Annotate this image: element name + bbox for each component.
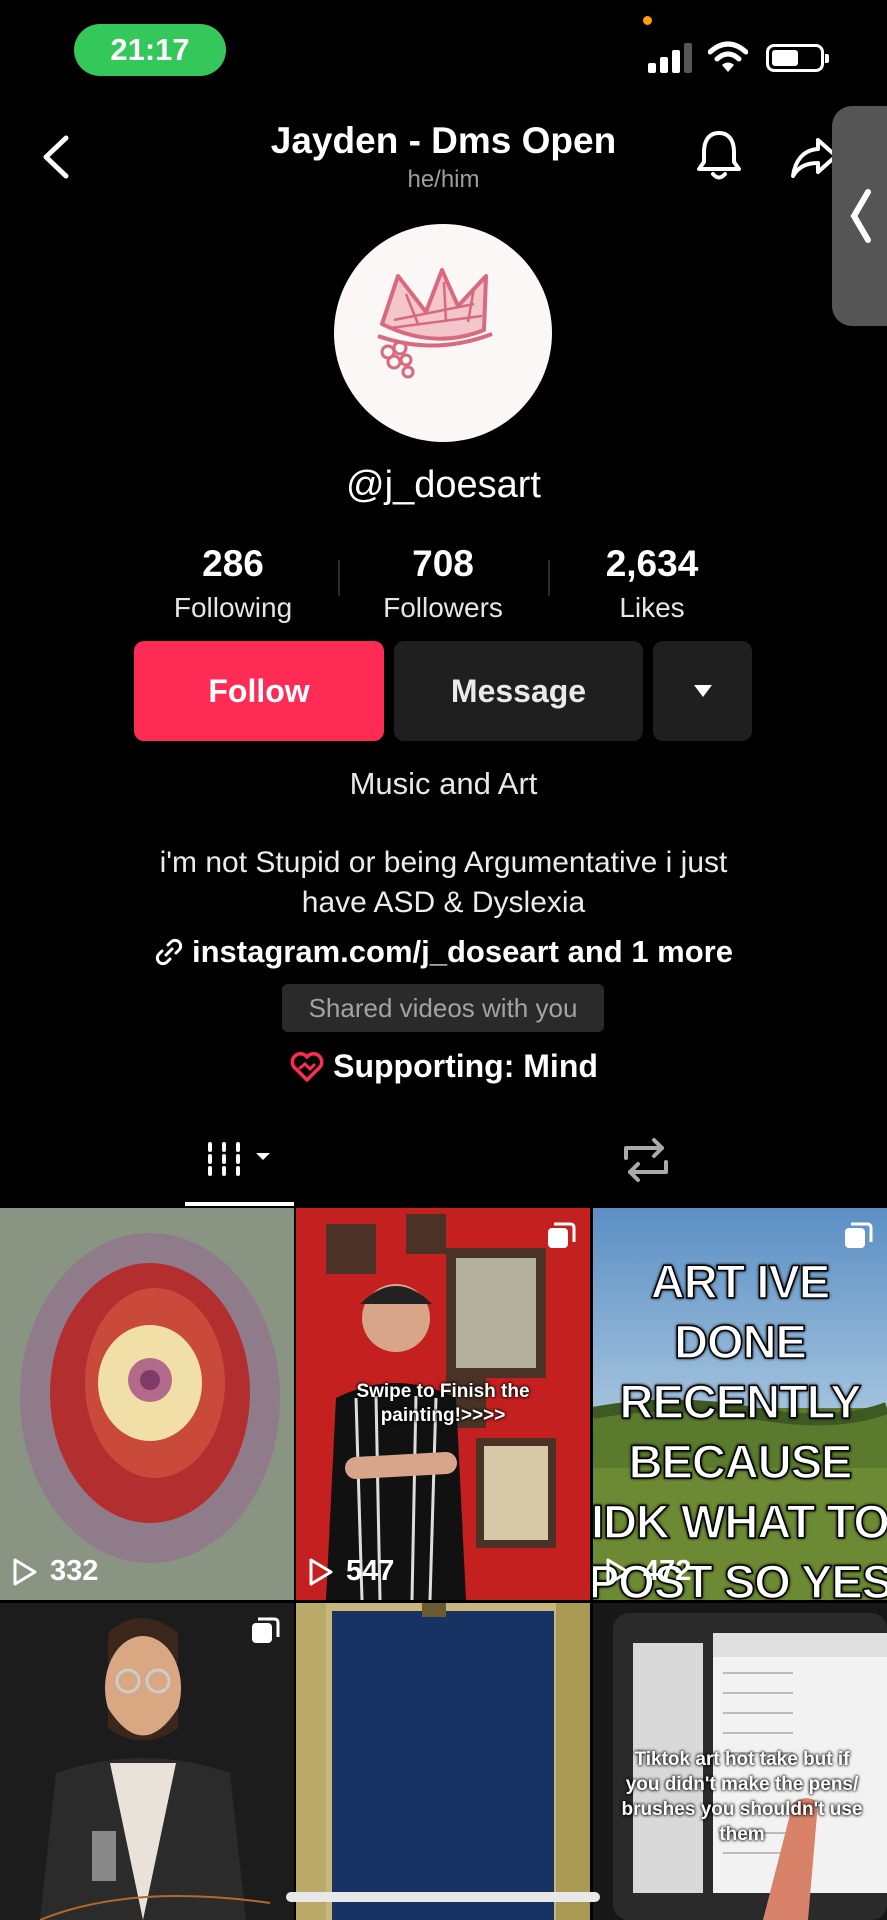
chevron-left-icon [850, 189, 871, 243]
video-tile[interactable] [0, 1603, 294, 1920]
play-icon [309, 1558, 333, 1585]
signal-icon [648, 43, 694, 73]
wifi-icon [708, 41, 748, 72]
side-panel-handle[interactable] [832, 106, 887, 326]
bio-line: i'm not Stupid or being Argumentative i … [159, 846, 728, 879]
painting-thumbnail [0, 1208, 294, 1600]
heart-hands-icon [290, 1052, 324, 1082]
status-time: 21:17 [74, 24, 226, 76]
view-count: 547 [308, 1555, 394, 1588]
privacy-indicator [643, 16, 652, 25]
video-caption: Tiktok art hot take but if you didn't ma… [621, 1749, 863, 1845]
profile-title: Jayden - Dms Open [270, 120, 617, 161]
bio-line: have ASD & Dyslexia [301, 886, 586, 919]
stat-following-value: 286 [202, 543, 264, 584]
stat-following[interactable]: 286 Following [123, 540, 343, 628]
shared-videos-badge[interactable]: Shared videos with you [282, 984, 604, 1032]
home-indicator[interactable] [286, 1892, 600, 1902]
video-tile[interactable]: 332 [0, 1208, 294, 1600]
play-icon [606, 1558, 630, 1585]
stat-likes-value: 2,634 [605, 543, 699, 584]
crown-drawing-icon [377, 268, 493, 379]
video-tile[interactable]: ART IVE DONE RECENTLY BECAUSE IDK WHAT T… [593, 1208, 887, 1600]
view-count-value: 547 [346, 1555, 395, 1587]
portrait-thumbnail [0, 1603, 294, 1920]
stat-followers[interactable]: 708 Followers [333, 540, 553, 628]
stat-likes[interactable]: 2,634 Likes [542, 540, 762, 628]
battery-icon [766, 44, 829, 72]
tab-videos[interactable] [185, 1128, 295, 1208]
view-count: 332 [12, 1555, 98, 1588]
bio: i'm not Stupid or being Argumentative i … [100, 843, 787, 923]
active-tab-indicator [185, 1202, 294, 1206]
view-count-value: 332 [50, 1555, 99, 1587]
stat-following-label: Following [173, 592, 293, 623]
play-icon [13, 1558, 37, 1585]
painting-thumbnail [296, 1603, 590, 1920]
video-caption: Swipe to Finish the painting!>>>> [356, 1381, 530, 1426]
follow-button[interactable]: Follow [134, 641, 384, 741]
repost-icon[interactable] [618, 1134, 674, 1186]
avatar[interactable] [334, 224, 552, 442]
bell-icon[interactable] [694, 128, 744, 182]
pronouns: he/him [407, 166, 480, 193]
multi-photo-icon [845, 1222, 873, 1248]
username: @j_doesart [346, 464, 541, 506]
bio-links[interactable]: instagram.com/j_doseart and 1 more [0, 934, 887, 970]
stat-likes-label: Likes [619, 592, 685, 623]
stat-followers-value: 708 [412, 543, 474, 584]
stat-followers-label: Followers [383, 592, 503, 623]
caret-down-icon [693, 685, 712, 697]
video-tile[interactable]: Tiktok art hot take but if you didn't ma… [593, 1603, 887, 1920]
link-icon [155, 938, 183, 966]
bio-link-more[interactable]: and 1 more [568, 934, 733, 969]
supporting-label: Supporting: Mind [333, 1048, 598, 1084]
multi-photo-icon [252, 1617, 280, 1643]
bio-link[interactable]: instagram.com/j_doseart [192, 934, 559, 969]
video-tile[interactable] [296, 1603, 590, 1920]
video-caption: ART IVE DONE RECENTLY BECAUSE IDK WHAT T… [593, 1254, 887, 1600]
message-button[interactable]: Message [394, 641, 643, 741]
profile-category: Music and Art [349, 766, 538, 801]
suggested-accounts-button[interactable] [653, 641, 752, 741]
supporting-charity[interactable]: Supporting: Mind [0, 1048, 887, 1085]
video-tile[interactable]: Swipe to Finish the painting!>>>> 547 [296, 1208, 590, 1600]
multi-photo-icon [548, 1222, 576, 1248]
view-count: 472 [605, 1555, 691, 1588]
view-count-value: 472 [643, 1555, 692, 1587]
grid-icon [208, 1142, 270, 1176]
